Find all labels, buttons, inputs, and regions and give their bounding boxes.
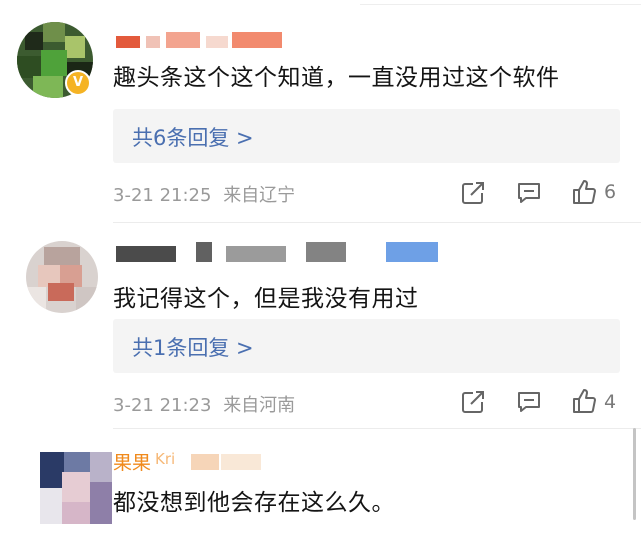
like-count: 6 bbox=[604, 181, 617, 203]
comment-divider bbox=[113, 428, 641, 429]
scrollbar[interactable] bbox=[633, 428, 636, 520]
view-replies-link[interactable]: 共6条回复 > bbox=[132, 122, 254, 152]
comment-text: 趣头条这个这个知道，一直没用过这个软件 bbox=[113, 65, 560, 91]
reply-summary[interactable]: 共6条回复 > bbox=[113, 109, 620, 163]
username-text: 果果 bbox=[113, 452, 152, 474]
comment-icon[interactable] bbox=[515, 179, 543, 207]
comment-divider bbox=[113, 222, 641, 223]
user-avatar[interactable] bbox=[26, 241, 98, 313]
share-icon[interactable] bbox=[459, 388, 487, 416]
comment-time: 3-21 21:23 bbox=[113, 395, 212, 416]
username-redacted[interactable] bbox=[116, 242, 446, 262]
reply-summary[interactable]: 共1条回复 > bbox=[113, 319, 620, 373]
share-icon[interactable] bbox=[459, 179, 487, 207]
view-replies-link[interactable]: 共1条回复 > bbox=[132, 332, 254, 362]
comment-meta: 3-21 21:25 来自辽宁 bbox=[113, 181, 295, 207]
like-icon[interactable] bbox=[570, 178, 598, 206]
comment-1: V 趣头条这个这个知道，一直没用过这个软件 共6条回复 > 3-21 21:25… bbox=[0, 0, 641, 225]
user-avatar[interactable] bbox=[40, 452, 112, 524]
username-redacted[interactable] bbox=[116, 30, 286, 50]
comment-text: 都没想到他会存在这么久。 bbox=[113, 490, 395, 516]
comment-3: 果果 Kri 都没想到他会存在这么久。 bbox=[0, 430, 641, 533]
verified-badge-icon: V bbox=[65, 70, 91, 96]
comment-icon[interactable] bbox=[515, 388, 543, 416]
comment-2: 我记得这个，但是我没有用过 共1条回复 > 3-21 21:23 来自河南 4 bbox=[0, 225, 641, 430]
comment-location: 来自辽宁 bbox=[223, 185, 296, 206]
comment-time: 3-21 21:25 bbox=[113, 185, 212, 206]
username[interactable]: 果果 Kri bbox=[113, 450, 273, 474]
comment-location: 来自河南 bbox=[223, 395, 296, 416]
comment-meta: 3-21 21:23 来自河南 bbox=[113, 391, 295, 417]
comment-text: 我记得这个，但是我没有用过 bbox=[113, 286, 419, 312]
like-count: 4 bbox=[604, 391, 617, 413]
like-icon[interactable] bbox=[570, 387, 598, 415]
username-tail: Kri bbox=[155, 450, 176, 468]
